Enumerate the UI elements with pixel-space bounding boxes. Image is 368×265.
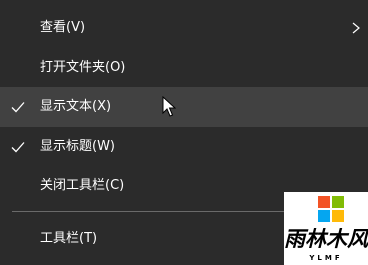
menu-item-label: 显示标题(W) [40, 139, 115, 154]
windows-logo-icon [318, 196, 344, 222]
watermark-logo: 雨林木风 YLMF [284, 192, 368, 265]
menu-item-show-title[interactable]: 显示标题(W) [0, 127, 368, 167]
menu-item-label: 打开文件夹(O) [40, 60, 126, 75]
menu-item-show-text[interactable]: 显示文本(X) [0, 87, 368, 127]
watermark-text: 雨林木风 YLMF [284, 227, 368, 262]
mouse-pointer-icon [162, 96, 176, 117]
context-menu: 查看(V) 打开文件夹(O) 显示文本(X) 显示标题(W) 关闭工具栏(C) … [0, 0, 368, 265]
menu-item-label: 关闭工具栏(C) [40, 178, 125, 193]
menu-item-open-folder[interactable]: 打开文件夹(O) [0, 48, 368, 88]
menu-item-view[interactable]: 查看(V) [0, 8, 368, 48]
menu-item-label: 工具栏(T) [40, 231, 98, 246]
svg-text:雨林木风: 雨林木风 [284, 227, 368, 251]
svg-text:YLMF: YLMF [308, 254, 342, 262]
chevron-right-icon [352, 22, 360, 34]
checkmark-icon [11, 102, 25, 113]
checkmark-icon [11, 142, 25, 153]
menu-item-label: 显示文本(X) [40, 99, 112, 114]
menu-item-label: 查看(V) [40, 20, 86, 35]
